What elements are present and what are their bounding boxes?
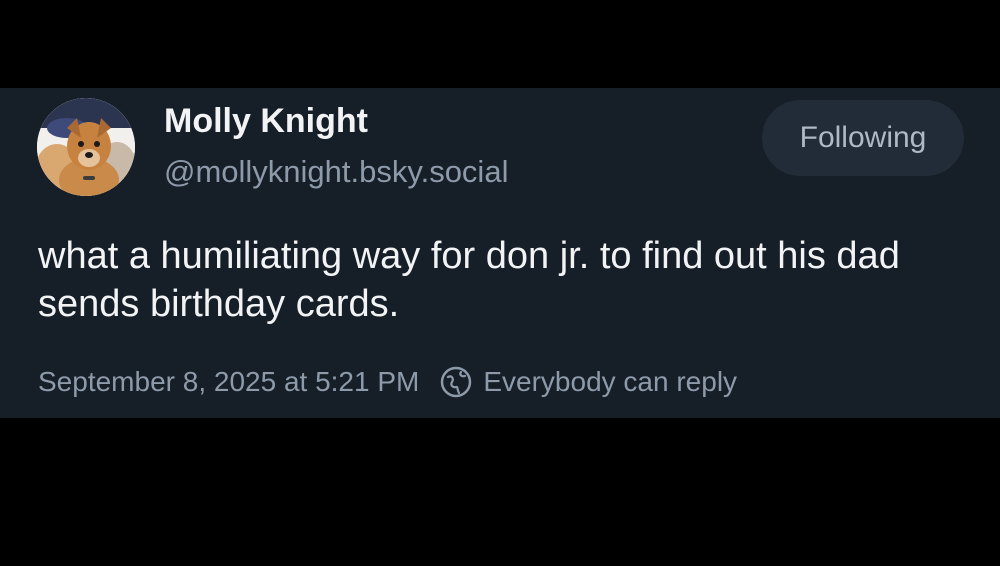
post-timestamp: September 8, 2025 at 5:21 PM	[38, 366, 420, 397]
dog-avatar-icon	[37, 98, 135, 196]
reply-setting-label: Everybody can reply	[483, 366, 738, 397]
author-display-name[interactable]: Molly Knight	[164, 102, 368, 141]
globe-icon	[441, 366, 472, 398]
post-card: Molly Knight @mollyknight.bsky.social Fo…	[0, 88, 1000, 418]
avatar[interactable]	[37, 98, 135, 196]
post-meta: September 8, 2025 at 5:21 PM Everybody c…	[38, 364, 737, 400]
author-handle[interactable]: @mollyknight.bsky.social	[164, 154, 508, 190]
reply-setting[interactable]: Everybody can reply	[439, 365, 737, 399]
following-button[interactable]: Following	[762, 100, 964, 176]
post-text: what a humiliating way for don jr. to fi…	[38, 235, 900, 325]
